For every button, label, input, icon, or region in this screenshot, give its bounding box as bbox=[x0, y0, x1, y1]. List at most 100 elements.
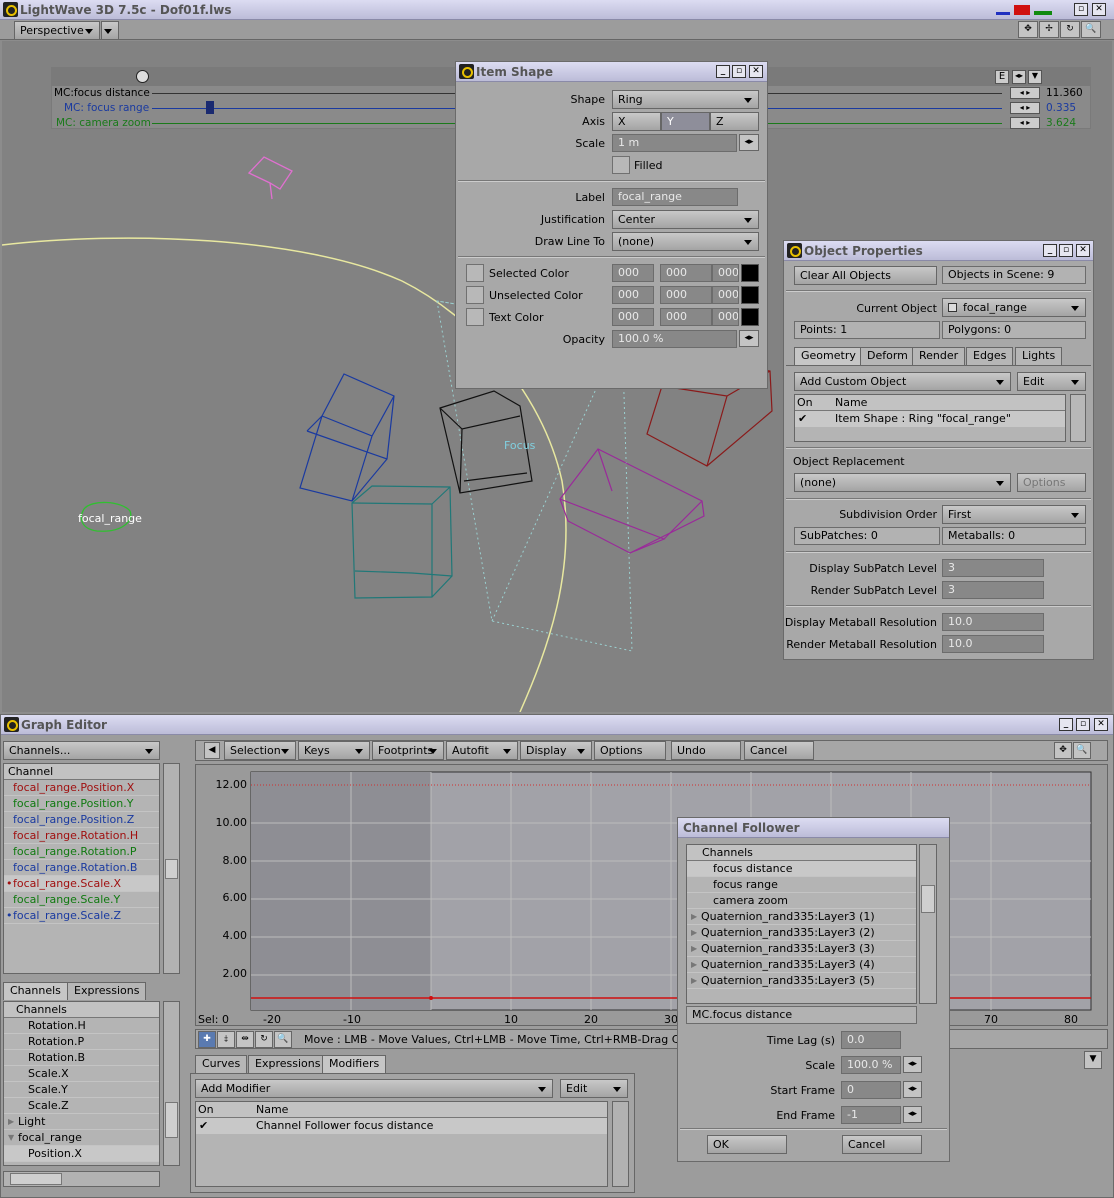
close-button[interactable]: ✕ bbox=[1092, 3, 1106, 16]
follower-channel-item[interactable]: focus distance bbox=[687, 861, 916, 877]
opacity-field[interactable]: 100.0 % bbox=[612, 330, 737, 348]
render-metaball-field[interactable]: 10.0 bbox=[942, 635, 1044, 653]
slider-handle[interactable] bbox=[206, 101, 214, 114]
text-color-swatch[interactable] bbox=[741, 308, 759, 326]
tab-expressions[interactable]: Expressions bbox=[67, 982, 147, 1000]
axis-z-button[interactable]: Z bbox=[710, 112, 759, 131]
rotate-view-icon[interactable]: ↻ bbox=[1060, 21, 1080, 38]
tab-deform[interactable]: Deform bbox=[860, 347, 915, 365]
tree-scrollbar[interactable] bbox=[163, 1001, 180, 1166]
unselected-color-swatch[interactable] bbox=[741, 286, 759, 304]
text-color-b[interactable]: 000 bbox=[712, 308, 739, 326]
curve-plot[interactable] bbox=[196, 765, 1109, 1027]
tree-item[interactable]: ▼ focal_range bbox=[4, 1130, 159, 1146]
channel-follower-list[interactable]: Channels focus distance focus range camera… bbox=[686, 844, 917, 1004]
selected-color-g[interactable]: 000 bbox=[660, 264, 712, 282]
add-modifier-dropdown[interactable]: Add Modifier bbox=[195, 1079, 553, 1098]
tree-item[interactable]: Scale.Y bbox=[4, 1082, 159, 1098]
minimize-button[interactable]: _ bbox=[716, 65, 730, 78]
custom-object-list[interactable]: On Name ✔ Item Shape : Ring "focal_range… bbox=[794, 394, 1066, 442]
stretch-icon[interactable]: ⇹ bbox=[236, 1031, 254, 1048]
tab-geometry[interactable]: Geometry bbox=[794, 347, 863, 365]
follower-channel-item[interactable]: ▶ Quaternion_rand335:Layer3 (1) bbox=[687, 909, 916, 925]
horizontal-scrollbar[interactable] bbox=[3, 1171, 160, 1187]
minimize-button[interactable]: _ bbox=[1043, 244, 1057, 257]
collapse-left-icon[interactable]: ◀ bbox=[204, 742, 220, 759]
current-object-dropdown[interactable]: focal_range bbox=[942, 298, 1086, 317]
time-lag-field[interactable]: 0.0 bbox=[841, 1031, 901, 1049]
modifier-scrollbar[interactable] bbox=[612, 1101, 629, 1187]
selection-menu[interactable]: Selection bbox=[224, 741, 296, 760]
footprints-menu[interactable]: Footprints bbox=[372, 741, 444, 760]
channel-row[interactable]: focal_range.Position.Z bbox=[4, 812, 159, 828]
unselected-color-checkbox[interactable] bbox=[466, 286, 484, 304]
slider-arrows[interactable]: ◂ ▸ bbox=[1010, 87, 1040, 99]
scale-field[interactable]: 1 m bbox=[612, 134, 737, 152]
modifier-list[interactable]: On Name ✔ Channel Follower focus distanc… bbox=[195, 1101, 608, 1187]
move-view-icon[interactable]: ✥ bbox=[1018, 21, 1038, 38]
slider-arrows[interactable]: ◂ ▸ bbox=[1010, 117, 1040, 129]
unselected-color-b[interactable]: 000 bbox=[712, 286, 739, 304]
keys-menu[interactable]: Keys bbox=[298, 741, 370, 760]
scroll-thumb[interactable] bbox=[165, 859, 178, 879]
object-replacement-dropdown[interactable]: (none) bbox=[794, 473, 1011, 492]
follower-channel-item[interactable]: camera zoom bbox=[687, 893, 916, 909]
channel-row[interactable]: focal_range.Rotation.B bbox=[4, 860, 159, 876]
tree-item[interactable]: Position.X bbox=[4, 1146, 159, 1162]
tree-item[interactable]: ▶ Light bbox=[4, 1114, 159, 1130]
channels-dropdown[interactable]: Channels... bbox=[3, 741, 160, 760]
collapsed-arrow-icon[interactable]: ▶ bbox=[691, 957, 697, 973]
tree-item[interactable]: Scale.X bbox=[4, 1066, 159, 1082]
target-icon[interactable] bbox=[136, 70, 149, 83]
channel-list-scrollbar[interactable] bbox=[163, 763, 180, 974]
follower-channel-item[interactable]: ▶ Quaternion_rand335:Layer3 (4) bbox=[687, 957, 916, 973]
zoom-key-icon[interactable]: 🔍 bbox=[274, 1031, 292, 1048]
channel-row[interactable]: focal_range.Rotation.H bbox=[4, 828, 159, 844]
options-button[interactable]: Options bbox=[1017, 473, 1086, 492]
view-mode-dropdown[interactable]: Perspective bbox=[14, 21, 100, 40]
channel-follower-scrollbar[interactable] bbox=[919, 844, 937, 1004]
close-button[interactable]: ✕ bbox=[1094, 718, 1108, 731]
scroll-arrows-icon[interactable]: ◂▸ bbox=[1012, 70, 1026, 84]
tab-expressions-bottom[interactable]: Expressions bbox=[248, 1055, 328, 1073]
minimize-icon[interactable] bbox=[996, 12, 1010, 15]
scale-stepper[interactable]: ◂▸ bbox=[739, 134, 759, 151]
maximize-button[interactable]: ▫ bbox=[1059, 244, 1073, 257]
tree-item[interactable]: Rotation.H bbox=[4, 1018, 159, 1034]
start-frame-stepper[interactable]: ◂▸ bbox=[903, 1081, 922, 1098]
unselected-color-g[interactable]: 000 bbox=[660, 286, 712, 304]
end-frame-field[interactable]: -1 bbox=[841, 1106, 901, 1124]
text-color-r[interactable]: 000 bbox=[612, 308, 654, 326]
zoom-icon[interactable]: 🔍 bbox=[1073, 742, 1091, 759]
channel-row[interactable]: focal_range.Position.Y bbox=[4, 796, 159, 812]
zoom-view-icon[interactable]: 🔍 bbox=[1081, 21, 1101, 38]
check-icon[interactable]: ✔ bbox=[798, 411, 807, 427]
tab-lights[interactable]: Lights bbox=[1015, 347, 1063, 365]
expand-down-icon[interactable]: ▼ bbox=[1084, 1051, 1102, 1069]
check-icon[interactable]: ✔ bbox=[199, 1118, 208, 1134]
render-subpatch-field[interactable]: 3 bbox=[942, 581, 1044, 599]
add-custom-object-dropdown[interactable]: Add Custom Object bbox=[794, 372, 1011, 391]
channel-row[interactable]: focal_range.Rotation.P bbox=[4, 844, 159, 860]
channel-tree[interactable]: Channels Rotation.H Rotation.P Rotation.B S… bbox=[3, 1001, 160, 1166]
undo-button[interactable]: Undo bbox=[671, 741, 741, 760]
options-button[interactable]: Options bbox=[594, 741, 666, 760]
unselected-color-r[interactable]: 000 bbox=[612, 286, 654, 304]
collapsed-arrow-icon[interactable]: ▶ bbox=[691, 941, 697, 957]
follower-channel-item[interactable]: focus range bbox=[687, 877, 916, 893]
list-scrollbar[interactable] bbox=[1070, 394, 1086, 442]
collapsed-arrow-icon[interactable]: ▶ bbox=[691, 973, 697, 989]
follower-channel-item[interactable]: ▶ Quaternion_rand335:Layer3 (3) bbox=[687, 941, 916, 957]
follower-channel-item[interactable]: ▶ Quaternion_rand335:Layer3 (5) bbox=[687, 973, 916, 989]
axis-y-button[interactable]: Y bbox=[661, 112, 710, 131]
scroll-thumb[interactable] bbox=[921, 885, 935, 913]
justification-dropdown[interactable]: Center bbox=[612, 210, 759, 229]
display-metaball-field[interactable]: 10.0 bbox=[942, 613, 1044, 631]
text-color-checkbox[interactable] bbox=[466, 308, 484, 326]
clear-all-objects-button[interactable]: Clear All Objects bbox=[794, 266, 937, 285]
tree-item[interactable]: Rotation.B bbox=[4, 1050, 159, 1066]
list-item[interactable]: ✔ Channel Follower focus distance bbox=[196, 1118, 607, 1134]
roll-icon[interactable]: ↻ bbox=[255, 1031, 273, 1048]
filled-checkbox[interactable] bbox=[612, 156, 630, 174]
scale-field[interactable]: 100.0 % bbox=[841, 1056, 901, 1074]
